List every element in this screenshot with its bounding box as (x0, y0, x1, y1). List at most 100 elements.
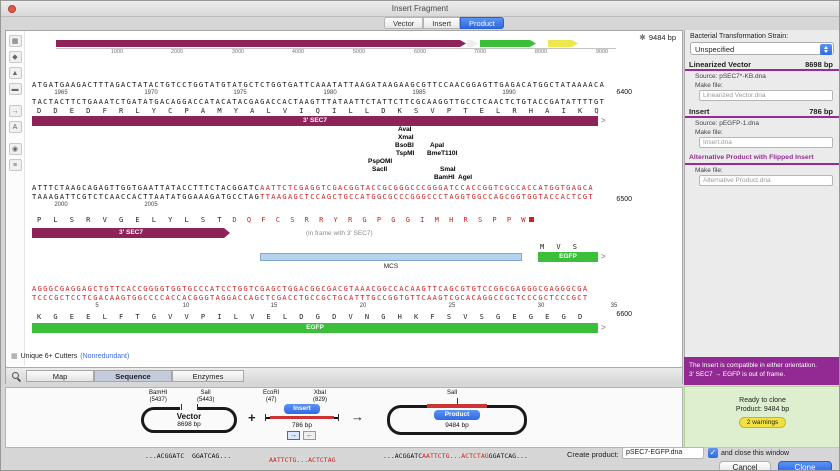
line-end-coordinate: 6400 (604, 89, 632, 96)
seq-snippet: ...ACGGATC (383, 452, 422, 460)
feature-bar-egfp-start[interactable]: EGFP (538, 252, 598, 262)
translation-row: D D E D F R L Y C P A M Y A L V I Q I L … (37, 107, 600, 115)
cut-tick (181, 404, 182, 410)
enzyme-set-mode[interactable]: (Nonredundant) (80, 353, 129, 360)
insert-site-arrow (467, 40, 478, 47)
seq-position: 35 (611, 303, 618, 309)
product-junction-sequences: ...ACGGATCAATTCTG...ACTCTAGGGATCAG... ..… (383, 438, 528, 471)
translations-visibility-icon[interactable]: A (9, 121, 22, 133)
bottom-view-tabbar: Map Sequence Enzymes (6, 367, 682, 384)
feature-label: EGFP (559, 253, 577, 260)
vector-section-bp: 8698 bp (781, 60, 833, 69)
seq-snippet: ...ACGGATC (145, 452, 184, 460)
feature-bar-sec7-end[interactable]: 3' SEC7 (32, 228, 230, 238)
feature-continuation: > (601, 252, 606, 262)
dna-bottom-strand[interactable]: TAAAGATTCGTCTCAACCACTTAATATGGAAAGATGCCTA… (32, 193, 594, 201)
dna-top-strand[interactable]: AGGGCGAGGAGCTGTTCACCGGGGTGGTGCCCATCCTGGT… (32, 285, 588, 293)
title-bar: Insert Fragment (1, 1, 839, 17)
egfp-overview-bar[interactable] (480, 40, 536, 47)
marker-overview-bar[interactable] (548, 40, 578, 47)
insert-orientation-reverse[interactable]: ← (303, 431, 316, 440)
section-rule (685, 69, 840, 71)
tab-vector[interactable]: Vector (384, 17, 423, 29)
primers-visibility-icon[interactable]: → (9, 105, 22, 117)
translation-row: P L S R V G E L Y L S T D Q F C S R R Y … (37, 216, 534, 224)
overview-icon[interactable]: ▦ (9, 35, 22, 47)
enzyme-set-selector[interactable]: ▦Unique 6+ Cutters(Nonredundant) (11, 352, 129, 360)
alt-make-field[interactable]: Alternative Product.dna (699, 175, 833, 186)
strand-segment-insert: AATTCTCGAGGTCGACGGTACCGCGGGCCCGGGATCCACC… (260, 184, 594, 192)
enzyme-label-agei[interactable]: AgeI (458, 174, 472, 181)
in-frame-note: (in frame with 3' SEC7) (306, 230, 373, 237)
feature-label: 3' SEC7 (303, 117, 327, 124)
dna-top-strand[interactable]: ATTTCTAAGCAGAGTTGGTGAATTATACCTTTCTACGGAT… (32, 184, 594, 192)
tab-insert[interactable]: Insert (423, 17, 460, 29)
vector-make-field[interactable]: Linearized Vector.dna (699, 90, 833, 101)
tab-product[interactable]: Product (460, 17, 504, 29)
sec7-overview-bar[interactable] (56, 40, 466, 47)
seq-position: 30 (538, 303, 545, 309)
warnings-badge[interactable]: 2 warnings (739, 417, 786, 428)
enzyme-label-smai[interactable]: SmaI (440, 166, 456, 173)
view-mode-tabs: Vector Insert Product (384, 17, 504, 29)
enzymes-visibility-icon[interactable]: ▲ (9, 67, 22, 79)
feature-bar-sec7[interactable]: 3' SEC7 (32, 116, 598, 126)
enzyme-label-bamhi[interactable]: BamHI (434, 174, 455, 181)
cancel-button[interactable]: Cancel (719, 461, 771, 471)
markers-icon[interactable]: ◆ (9, 51, 22, 63)
enzyme-label-avai[interactable]: AvaI (398, 126, 412, 133)
ruler-tick: 8000 (535, 49, 547, 55)
clone-button[interactable]: Clone (778, 461, 832, 471)
close-window-checkbox[interactable]: ✓ (708, 448, 718, 458)
result-arrow: → (351, 409, 364, 424)
tab-map[interactable]: Map (26, 370, 94, 382)
enzyme-label-pspomi[interactable]: PspOMI (368, 158, 392, 165)
dna-top-strand[interactable]: ATGATGAAGACTTTAGACTATACTGTCCTGGTATGTATGC… (32, 81, 605, 89)
seq-position: 10 (183, 303, 190, 309)
seq-position: 5 (95, 303, 98, 309)
enzyme-label-tspmi[interactable]: TspMI (396, 150, 414, 157)
gear-icon[interactable]: ✱ (639, 33, 646, 42)
dropdown-stepper-icon[interactable] (820, 44, 832, 55)
seq-position: 2005 (144, 202, 157, 208)
enzyme-set-label: Unique 6+ Cutters (21, 353, 78, 360)
translation-sec7: P L S R V G E L Y L S T (37, 216, 223, 224)
enzyme-label-xmai[interactable]: XmaI (398, 134, 414, 141)
feature-bar-egfp[interactable]: EGFP (32, 323, 598, 333)
ruler-tick: 5000 (353, 49, 365, 55)
overview-ruler-line (56, 48, 616, 49)
enzyme-label-bmet110i[interactable]: BmeT110I (427, 150, 457, 157)
mcs-feature-bar[interactable] (260, 253, 522, 261)
seq-snippet: AATTCTG...ACTCTAG (422, 452, 489, 460)
tab-sequence[interactable]: Sequence (94, 370, 172, 382)
enzyme-position: (829) (313, 397, 327, 404)
dna-bottom-strand[interactable]: TCCCGCTCCTCGACAAGTGGCCCCACCACGGGTAGGACCA… (32, 294, 588, 302)
enzyme-label-apai[interactable]: ApaI (430, 142, 444, 149)
enzyme-name: BamHI (149, 390, 167, 397)
insert-make-field[interactable]: Insert.dna (699, 137, 833, 148)
tab-enzymes[interactable]: Enzymes (172, 370, 244, 382)
strand-segment: TAAAGATTCGTCTCAACCACTTAATATGGAAAGATGCCTA… (32, 193, 260, 201)
features-visibility-icon[interactable]: ▬ (9, 83, 22, 95)
create-product-input[interactable]: pSEC7-EGFP.dna (622, 447, 704, 459)
seq-position: 1970 (144, 90, 157, 96)
product-size-label: 9484 bp (649, 33, 676, 42)
enzyme-label-sacii[interactable]: SacII (372, 166, 387, 173)
insert-badge: Insert (284, 404, 320, 414)
notice-line2: 3' SEC7 → EGFP is out of frame. (689, 370, 836, 379)
insert-junction-sequences: AATTCTG...ACTCTAG TTAAGAC...TGAGATC (269, 442, 336, 471)
enzyme-label-bsobi[interactable]: BsoBI (395, 142, 414, 149)
vector-make-label: Make file: (695, 82, 723, 89)
options-list-icon[interactable]: ≡ (9, 159, 22, 171)
insert-source: Source: pEGFP-1.dna (695, 120, 759, 127)
alt-make-label: Make file: (695, 167, 723, 174)
sequence-panel: ▦ ◆ ▲ ▬ → A ◉ ≡ ✱9484 bp 1000 2000 3000 … (5, 30, 683, 384)
ruler-tick: 4000 (292, 49, 304, 55)
strand-segment-insert: TTAAGAGCTCCAGCTGCCATGGCGCCCGGGCCCTAGGTGG… (260, 193, 594, 201)
strain-dropdown[interactable]: Unspecified (690, 42, 834, 55)
vector-cut-site-2: SalI (5443) (197, 390, 214, 403)
insert-orientation-forward[interactable]: → (287, 431, 300, 440)
orfs-visibility-icon[interactable]: ◉ (9, 143, 22, 155)
dna-bottom-strand[interactable]: TACTACTTCTGAAATCTGATATGACAGGACCATACATACG… (32, 98, 605, 106)
ruler-tick: 6000 (414, 49, 426, 55)
